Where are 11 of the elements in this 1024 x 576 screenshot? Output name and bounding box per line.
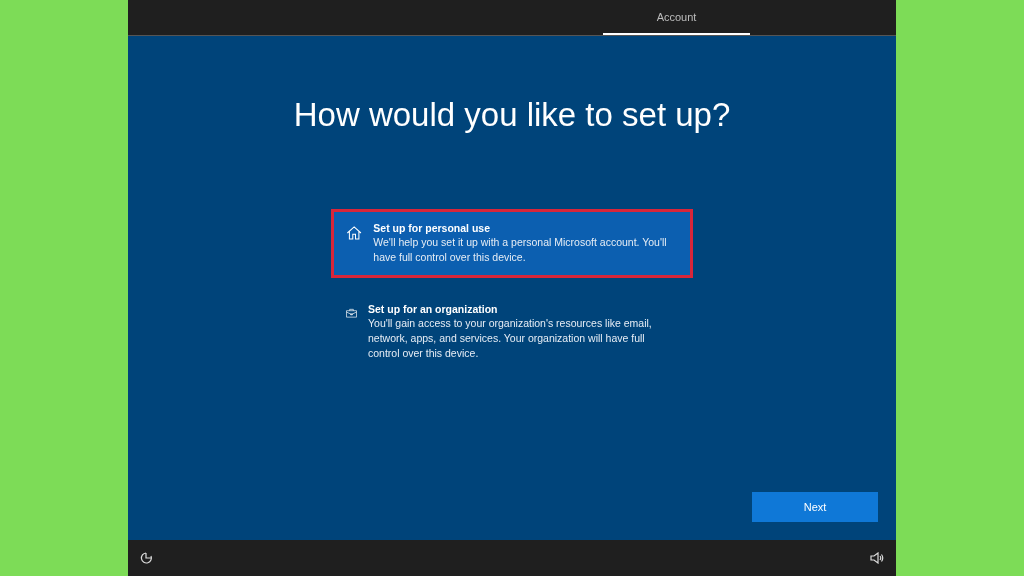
next-button[interactable]: Next [752,492,878,522]
tab[interactable]: Account [603,0,750,35]
option-title: Set up for an organization [368,303,499,315]
option-description: You'll gain access to your organization's resources like email, network, apps, and services. Your organization will have full control over this device. [368,316,653,361]
accessibility-icon[interactable] [140,551,154,565]
setup-option[interactable]: Set up for an organization You'll gain access to your organization's resources like email, network, apps, and services. Your organization will have full control over this device. [331,290,693,374]
option-title: Set up for personal use [373,222,491,234]
setup-option[interactable]: Set up for personal use We'll help you set it up with a personal Microsoft account. You'll have full control over this device. [331,209,693,278]
speaker-icon[interactable] [870,552,884,564]
page-heading: How would you like to set up? [293,96,731,134]
option-description: We'll help you set it up with a personal Microsoft account. You'll have full control over this device. [373,235,668,265]
